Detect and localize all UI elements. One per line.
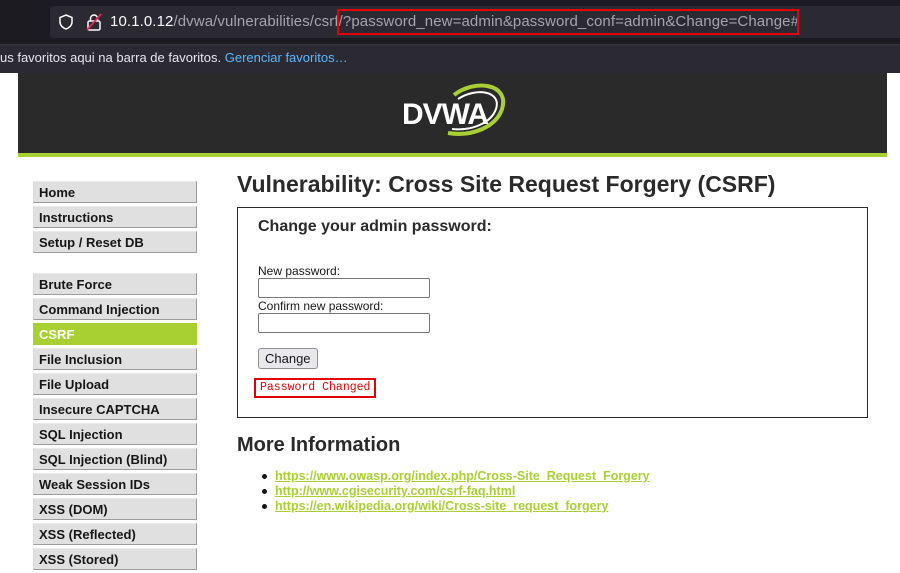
dvwa-logo: DVWA	[402, 83, 506, 136]
sidebar-item-sql-injection-blind[interactable]: SQL Injection (Blind)	[33, 448, 197, 470]
change-button[interactable]: Change	[258, 348, 318, 369]
sidebar-item-xss-dom[interactable]: XSS (DOM)	[33, 498, 197, 520]
cgisecurity-link[interactable]: http://www.cgisecurity.com/csrf-faq.html	[275, 484, 515, 498]
browser-toolbar: 10.1.0.12/dvwa/vulnerabilities/csrf/?pas…	[0, 0, 900, 44]
bullet-icon	[262, 474, 267, 480]
sidebar-menu: Home Instructions Setup / Reset DB Brute Fo…	[33, 181, 197, 573]
wikipedia-link[interactable]: https://en.wikipedia.org/wiki/Cross-site…	[275, 499, 608, 513]
url-query-highlight	[337, 9, 799, 35]
dvwa-header: DVWA	[18, 73, 887, 157]
sidebar-item-xss-stored[interactable]: XSS (Stored)	[33, 548, 197, 570]
sidebar-item-brute-force[interactable]: Brute Force	[33, 273, 197, 295]
shield-icon[interactable]	[58, 14, 74, 30]
more-info-title: More Information	[237, 434, 401, 456]
list-item: https://www.owasp.org/index.php/Cross-Si…	[262, 469, 650, 484]
sidebar-item-weak-session-ids[interactable]: Weak Session IDs	[33, 473, 197, 495]
csrf-form-box: Change your admin password: New password…	[237, 207, 868, 418]
more-info-links: https://www.owasp.org/index.php/Cross-Si…	[262, 469, 650, 514]
sidebar-item-insecure-captcha[interactable]: Insecure CAPTCHA	[33, 398, 197, 420]
sidebar-item-instructions[interactable]: Instructions	[33, 206, 197, 228]
confirm-password-input[interactable]	[258, 313, 430, 333]
list-item: http://www.cgisecurity.com/csrf-faq.html	[262, 484, 650, 499]
confirm-password-label: Confirm new password:	[258, 299, 384, 313]
sidebar-item-setup-reset-db[interactable]: Setup / Reset DB	[33, 231, 197, 253]
page-title: Vulnerability: Cross Site Request Forger…	[237, 171, 776, 197]
list-item: https://en.wikipedia.org/wiki/Cross-site…	[262, 499, 650, 514]
bullet-icon	[262, 504, 267, 510]
manage-bookmarks-link[interactable]: Gerenciar favoritos…	[225, 50, 348, 65]
bookmarks-hint: us favoritos aqui na barra de favoritos.…	[0, 50, 348, 65]
sidebar-item-sql-injection[interactable]: SQL Injection	[33, 423, 197, 445]
sidebar-item-command-injection[interactable]: Command Injection	[33, 298, 197, 320]
insecure-lock-icon[interactable]	[86, 13, 102, 31]
sidebar-item-file-inclusion[interactable]: File Inclusion	[33, 348, 197, 370]
new-password-label: New password:	[258, 264, 341, 278]
new-password-input[interactable]	[258, 278, 430, 298]
bullet-icon	[262, 489, 267, 495]
bookmarks-bar: us favoritos aqui na barra de favoritos.…	[0, 44, 900, 73]
sidebar-item-csrf[interactable]: CSRF	[33, 323, 197, 345]
sidebar-item-home[interactable]: Home	[33, 181, 197, 203]
sidebar-item-xss-reflected[interactable]: XSS (Reflected)	[33, 523, 197, 545]
page: DVWA Home Instructions Setup / Reset DB Bru…	[0, 73, 900, 570]
form-title: Change your admin password:	[258, 218, 492, 235]
menu-separator	[33, 256, 197, 273]
sidebar-item-file-upload[interactable]: File Upload	[33, 373, 197, 395]
owasp-link[interactable]: https://www.owasp.org/index.php/Cross-Si…	[275, 469, 650, 483]
status-message: Password Changed	[254, 378, 377, 398]
